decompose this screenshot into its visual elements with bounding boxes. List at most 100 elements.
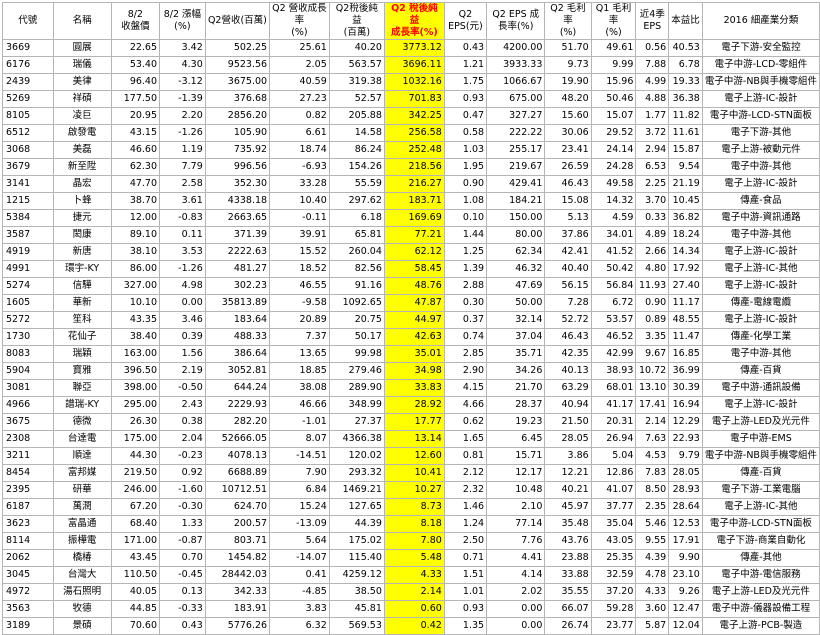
cell-name: 凌巨 xyxy=(52,107,112,125)
cell-q1-gross-margin: 50.46 xyxy=(590,90,637,108)
table-row: 2395 研華 246.00 -1.60 10712.51 6.84 1469.21 10.2… xyxy=(2,481,820,499)
cell-code: 4991 xyxy=(2,260,54,278)
cell-name: 德微 xyxy=(52,413,112,431)
header-q2-net-income-growth: Q2 稅後純益 成長率(%) xyxy=(383,2,445,40)
cell-q2-eps: 2.12 xyxy=(443,464,488,482)
cell-q2-revenue-growth: 18.74 xyxy=(269,141,330,159)
cell-q2-revenue: 183.91 xyxy=(204,600,271,618)
cell-code: 3587 xyxy=(2,226,54,244)
table-row: 5272 笙科 43.35 3.46 183.64 20.89 20.75 44.97 0.37… xyxy=(2,311,820,329)
cell-change-pct: 2.19 xyxy=(159,362,206,380)
table-row: 1730 花仙子 38.40 0.39 488.33 7.37 50.17 42.63 0.74… xyxy=(2,328,820,346)
cell-q2-revenue: 488.33 xyxy=(204,328,271,346)
cell-q2-revenue: 302.23 xyxy=(204,277,271,295)
cell-change-pct: 2.58 xyxy=(159,175,206,193)
cell-q2-revenue-growth: 18.85 xyxy=(269,362,330,380)
cell-q2-net-income-growth: 13.14 xyxy=(383,430,445,448)
cell-q2-eps: 0.93 xyxy=(443,600,488,618)
cell-pe-ratio: 28.93 xyxy=(668,481,703,499)
cell-name: 順達 xyxy=(52,447,112,465)
cell-q2-eps-growth: 37.04 xyxy=(486,328,546,346)
cell-q2-revenue-growth: 5.64 xyxy=(269,532,330,550)
cell-q2-revenue-growth: 39.91 xyxy=(269,226,330,244)
cell-q1-gross-margin: 43.05 xyxy=(590,532,637,550)
cell-q2-gross-margin: 35.48 xyxy=(544,515,592,533)
cell-industry: 電子上游-IC-設計 xyxy=(701,90,820,108)
cell-q1-gross-margin: 15.07 xyxy=(590,107,637,125)
cell-q2-revenue-growth: 46.66 xyxy=(269,396,330,414)
cell-q2-eps-growth: 77.14 xyxy=(486,515,546,533)
cell-close-price: 89.10 xyxy=(110,226,161,244)
header-q2-gross-margin: Q2 毛利率 (%) xyxy=(544,2,592,40)
cell-close-price: 68.40 xyxy=(110,515,161,533)
cell-q2-eps-growth: 2.02 xyxy=(486,583,546,601)
cell-q2-eps: 1.08 xyxy=(443,192,488,210)
cell-q1-gross-margin: 42.99 xyxy=(590,345,637,363)
cell-q2-revenue-growth: 3.83 xyxy=(269,600,330,618)
cell-industry: 電子中游-NB與手機零組件 xyxy=(701,73,820,91)
header-q2-eps-growth: Q2 EPS 成 長率(%) xyxy=(486,2,546,40)
cell-name: 湯石照明 xyxy=(52,583,112,601)
cell-q2-revenue-growth: 7.90 xyxy=(269,464,330,482)
cell-industry: 電子中游-LCD-STN面板 xyxy=(701,107,820,125)
cell-q2-gross-margin: 9.73 xyxy=(544,56,592,74)
cell-q2-revenue: 2222.63 xyxy=(204,243,271,261)
cell-trailing-eps: 3.35 xyxy=(635,328,670,346)
cell-pe-ratio: 19.33 xyxy=(668,73,703,91)
cell-close-price: 26.30 xyxy=(110,413,161,431)
cell-q2-net-income: 175.02 xyxy=(328,532,385,550)
cell-q2-eps-growth: 6.45 xyxy=(486,430,546,448)
table-row: 3623 富晶通 68.40 1.33 200.57 -13.09 44.39 8.18 1.2… xyxy=(2,515,820,533)
cell-q2-revenue-growth: 15.24 xyxy=(269,498,330,516)
cell-industry: 電子上游-IC-設計 xyxy=(701,311,820,329)
cell-close-price: 44.30 xyxy=(110,447,161,465)
cell-code: 5384 xyxy=(2,209,54,227)
cell-q1-gross-margin: 5.04 xyxy=(590,447,637,465)
cell-trailing-eps: 11.93 xyxy=(635,277,670,295)
cell-change-pct: 0.70 xyxy=(159,549,206,567)
cell-q2-net-income-growth: 8.18 xyxy=(383,515,445,533)
cell-industry: 電子上游-PCB-製造 xyxy=(701,617,820,635)
cell-pe-ratio: 12.47 xyxy=(668,600,703,618)
cell-industry: 電子下游-安全監控 xyxy=(701,39,820,57)
cell-close-price: 396.50 xyxy=(110,362,161,380)
cell-q2-net-income-growth: 216.27 xyxy=(383,175,445,193)
table-row: 3563 牧德 44.85 -0.33 183.91 3.83 45.81 0.60 0.93 0… xyxy=(2,600,820,618)
cell-industry: 電子上游-LED及光元件 xyxy=(701,583,820,601)
cell-change-pct: -1.39 xyxy=(159,90,206,108)
cell-q2-net-income: 120.02 xyxy=(328,447,385,465)
cell-q2-revenue: 502.25 xyxy=(204,39,271,57)
cell-q1-gross-margin: 50.42 xyxy=(590,260,637,278)
cell-q2-revenue: 183.64 xyxy=(204,311,271,329)
cell-q1-gross-margin: 24.28 xyxy=(590,158,637,176)
cell-pe-ratio: 15.87 xyxy=(668,141,703,159)
header-q2-revenue: Q2營收(百萬) xyxy=(204,2,271,40)
table-row: 3141 晶宏 47.70 2.58 352.30 33.28 55.59 216.27 0.9… xyxy=(2,175,820,193)
cell-q2-revenue: 481.27 xyxy=(204,260,271,278)
table-row: 6512 啟發電 43.15 -1.26 105.90 6.61 14.58 256.58 0.… xyxy=(2,124,820,142)
cell-industry: 電子上游-IC-設計 xyxy=(701,243,820,261)
cell-industry: 電子中游-其他 xyxy=(701,158,820,176)
cell-q2-net-income-growth: 47.87 xyxy=(383,294,445,312)
cell-trailing-eps: 0.33 xyxy=(635,209,670,227)
cell-pe-ratio: 14.34 xyxy=(668,243,703,261)
cell-q2-revenue-growth: 13.65 xyxy=(269,345,330,363)
cell-q2-net-income: 1469.21 xyxy=(328,481,385,499)
cell-q2-net-income-growth: 10.41 xyxy=(383,464,445,482)
cell-name: 寶雅 xyxy=(52,362,112,380)
cell-q2-revenue-growth: -13.09 xyxy=(269,515,330,533)
cell-trailing-eps: 0.56 xyxy=(635,39,670,57)
cell-pe-ratio: 17.92 xyxy=(668,260,703,278)
cell-industry: 電子中游-儀器設備工程 xyxy=(701,600,820,618)
cell-close-price: 40.05 xyxy=(110,583,161,601)
cell-q2-net-income: 205.88 xyxy=(328,107,385,125)
cell-q2-net-income: 4259.12 xyxy=(328,566,385,584)
cell-q2-revenue-growth: 0.41 xyxy=(269,566,330,584)
cell-q2-eps: 1.95 xyxy=(443,158,488,176)
cell-q1-gross-margin: 53.57 xyxy=(590,311,637,329)
cell-q2-eps: 0.93 xyxy=(443,90,488,108)
cell-pe-ratio: 6.78 xyxy=(668,56,703,74)
cell-q1-gross-margin: 49.58 xyxy=(590,175,637,193)
cell-code: 5904 xyxy=(2,362,54,380)
cell-q1-gross-margin: 12.86 xyxy=(590,464,637,482)
